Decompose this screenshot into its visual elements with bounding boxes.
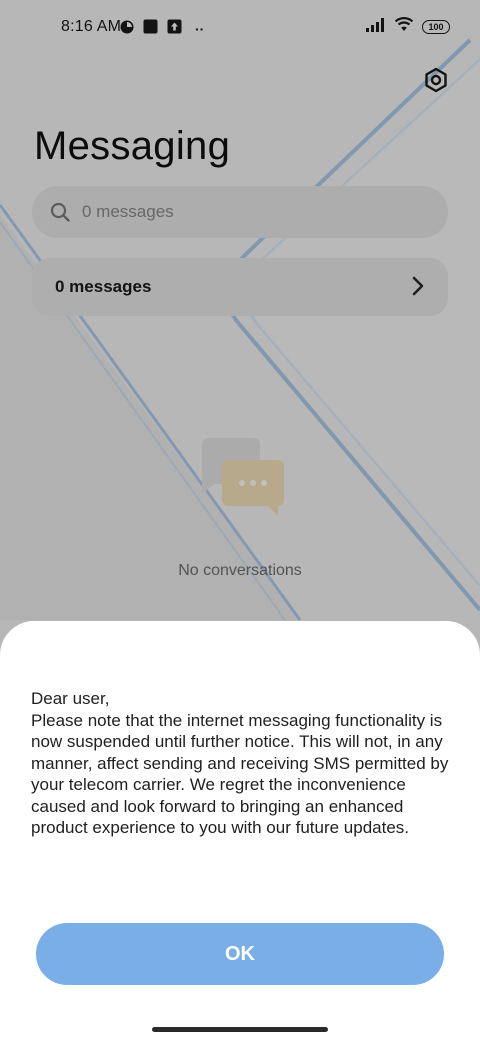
home-indicator[interactable]: [152, 1027, 328, 1032]
ok-button[interactable]: OK: [36, 923, 444, 985]
dialog-message: Dear user, Please note that the internet…: [31, 689, 449, 837]
notice-dialog: Dear user, Please note that the internet…: [0, 621, 480, 1040]
screen: 8:16 AM ·· 100 Messaging 0 messages 0 me…: [0, 0, 480, 1040]
